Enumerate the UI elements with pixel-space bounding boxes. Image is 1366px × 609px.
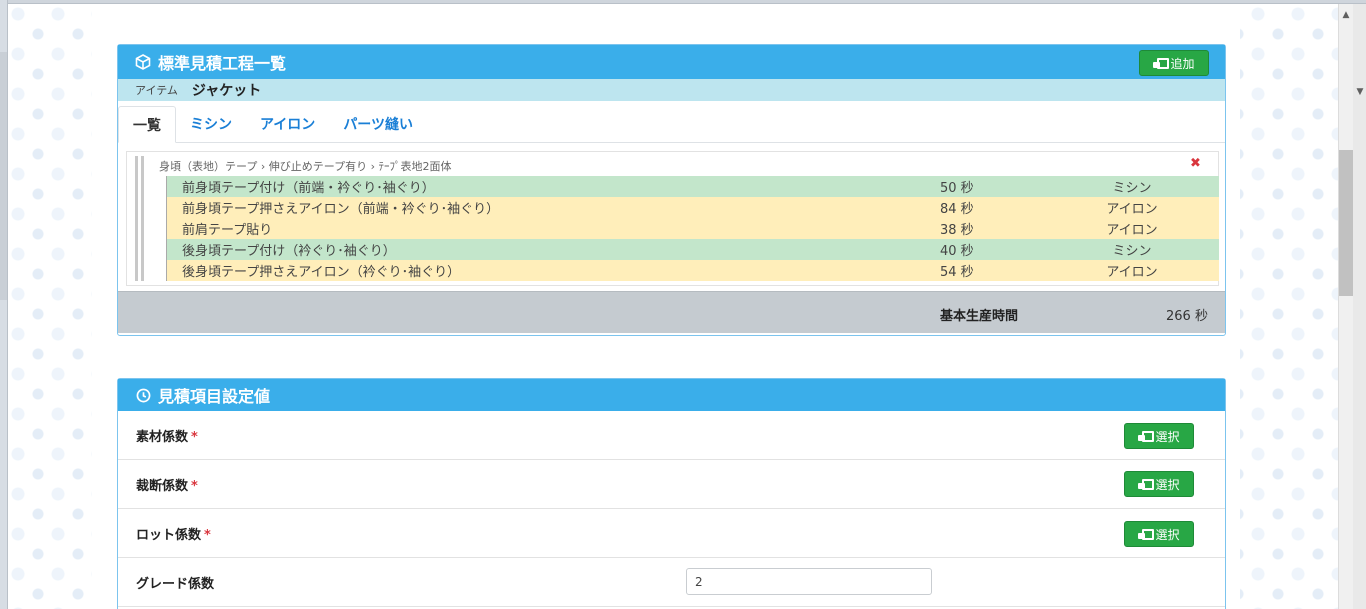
scroll-up-arrow-icon[interactable]: ▲ bbox=[1339, 6, 1353, 24]
select-label: 選択 bbox=[1155, 527, 1180, 542]
panel-header: 見積項目設定値 bbox=[118, 379, 1225, 411]
total-bar: 基本生産時間 266 秒 bbox=[118, 291, 1225, 333]
process-tabs: 一覧 ミシン アイロン パーツ縫い bbox=[118, 101, 1225, 143]
tab-list[interactable]: 一覧 bbox=[118, 106, 176, 143]
process-seconds: 84 秒 bbox=[940, 202, 974, 217]
standard-process-panel: 標準見積工程一覧 追加 アイテム ジャケット 一覧 ミシン アイロン パーツ縫い… bbox=[117, 44, 1226, 336]
total-value: 266 秒 bbox=[1166, 309, 1208, 324]
process-seconds: 38 秒 bbox=[940, 223, 974, 238]
required-mark: * bbox=[204, 528, 211, 543]
panel-title: 見積項目設定値 bbox=[158, 387, 271, 406]
group-indent-bars bbox=[135, 156, 165, 281]
process-group: 身頃（表地）テープ › 伸び止めテープ有り › ﾃｰﾌﾟ表地2面体 ✖ 前身頃テ… bbox=[126, 151, 1219, 286]
process-seconds: 40 秒 bbox=[940, 244, 974, 259]
process-rows: 前身頃テープ付け（前端・衿ぐり･袖ぐり） 50 秒 ミシン 前身頃テープ押さえア… bbox=[166, 176, 1219, 281]
required-mark: * bbox=[191, 430, 198, 445]
grade-input[interactable]: 2 bbox=[686, 568, 932, 595]
scrollbar[interactable]: ▲ ▼ bbox=[1338, 4, 1366, 609]
window-left-edge bbox=[0, 0, 8, 609]
process-type: ミシン bbox=[1112, 244, 1152, 259]
process-seconds: 50 秒 bbox=[940, 181, 974, 196]
panel-header: 標準見積工程一覧 追加 bbox=[118, 45, 1225, 79]
select-label: 選択 bbox=[1155, 477, 1180, 492]
scroll-thumb[interactable] bbox=[1339, 150, 1353, 296]
process-name: 前身頃テープ押さえアイロン（前端・衿ぐり･袖ぐり） bbox=[182, 202, 500, 217]
process-seconds: 54 秒 bbox=[940, 265, 974, 280]
window-restore-icon bbox=[1138, 430, 1155, 442]
window-restore-icon bbox=[1138, 528, 1155, 540]
table-row: 後身頃テープ付け（衿ぐり･袖ぐり） 40 秒 ミシン bbox=[166, 239, 1219, 260]
left-strip bbox=[0, 52, 7, 300]
process-name: 前肩テープ貼り bbox=[182, 223, 273, 238]
process-type: アイロン bbox=[1106, 202, 1158, 217]
window-restore-icon bbox=[1153, 57, 1170, 69]
table-row: 後身頃テープ押さえアイロン（衿ぐり･袖ぐり） 54 秒 アイロン bbox=[166, 260, 1219, 281]
process-type: ミシン bbox=[1112, 181, 1152, 196]
outer-scroll-down-arrow-icon[interactable]: ▼ bbox=[1353, 87, 1366, 105]
item-label: アイテム bbox=[135, 84, 178, 97]
clock-icon bbox=[134, 386, 152, 404]
tab-iron[interactable]: アイロン bbox=[246, 105, 329, 142]
item-value: ジャケット bbox=[191, 83, 262, 99]
cube-icon bbox=[134, 53, 152, 71]
table-row: 前肩テープ貼り 38 秒 アイロン bbox=[166, 218, 1219, 239]
select-lot-button[interactable]: 選択 bbox=[1124, 521, 1194, 547]
process-path: 身頃（表地）テープ › 伸び止めテープ有り › ﾃｰﾌﾟ表地2面体 bbox=[159, 160, 452, 173]
field-label: 素材係数 * bbox=[136, 430, 198, 445]
process-type: アイロン bbox=[1106, 223, 1158, 238]
estimate-settings-panel: 見積項目設定値 素材係数 * 選択 裁断係数 * 選択 ロット係数 * 選択 グレード… bbox=[117, 378, 1226, 609]
process-type: アイロン bbox=[1106, 265, 1158, 280]
field-label: グレード係数 bbox=[136, 577, 215, 592]
select-material-button[interactable]: 選択 bbox=[1124, 423, 1194, 449]
tab-parts-sewing[interactable]: パーツ縫い bbox=[329, 105, 427, 142]
remove-icon[interactable]: ✖ bbox=[1190, 156, 1201, 171]
add-button-label: 追加 bbox=[1170, 56, 1195, 71]
panel-title: 標準見積工程一覧 bbox=[158, 54, 287, 73]
window-restore-icon bbox=[1138, 478, 1155, 490]
field-row-grade: グレード係数 2 bbox=[118, 558, 1225, 607]
required-mark: * bbox=[191, 479, 198, 494]
field-label: ロット係数 * bbox=[136, 528, 211, 543]
process-name: 前身頃テープ付け（前端・衿ぐり･袖ぐり） bbox=[182, 181, 435, 196]
tab-mishin[interactable]: ミシン bbox=[176, 105, 246, 142]
process-name: 後身頃テープ押さえアイロン（衿ぐり･袖ぐり） bbox=[182, 265, 461, 280]
field-label: 裁断係数 * bbox=[136, 479, 198, 494]
table-row: 前身頃テープ押さえアイロン（前端・衿ぐり･袖ぐり） 84 秒 アイロン bbox=[166, 197, 1219, 218]
table-row: 前身頃テープ付け（前端・衿ぐり･袖ぐり） 50 秒 ミシン bbox=[166, 176, 1219, 197]
field-row-cutting: 裁断係数 * 選択 bbox=[118, 460, 1225, 509]
select-cutting-button[interactable]: 選択 bbox=[1124, 471, 1194, 497]
field-row-lot: ロット係数 * 選択 bbox=[118, 509, 1225, 558]
total-label: 基本生産時間 bbox=[940, 309, 1019, 324]
item-bar: アイテム ジャケット bbox=[118, 79, 1225, 101]
select-label: 選択 bbox=[1155, 429, 1180, 444]
add-button[interactable]: 追加 bbox=[1139, 50, 1209, 76]
field-row-material: 素材係数 * 選択 bbox=[118, 411, 1225, 460]
process-name: 後身頃テープ付け（衿ぐり･袖ぐり） bbox=[182, 244, 396, 259]
